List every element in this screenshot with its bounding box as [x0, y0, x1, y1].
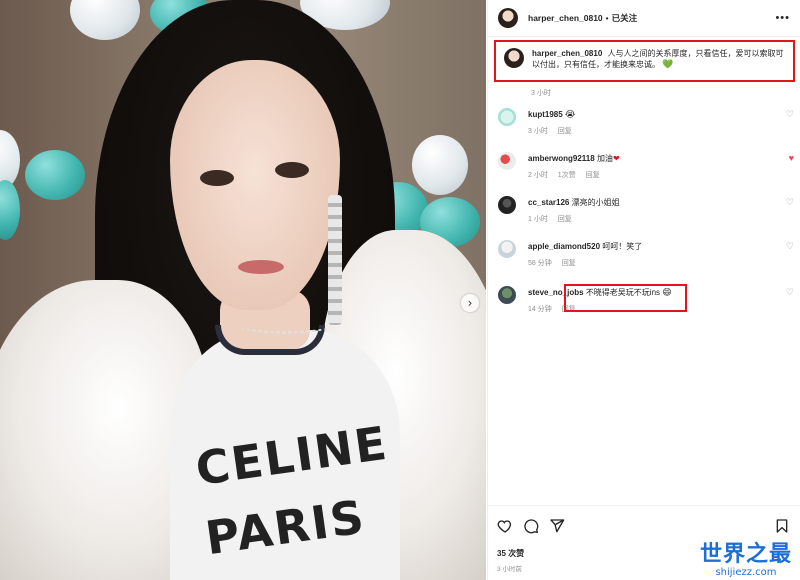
caption-highlighted: harper_chen_0810 人与人之间的关系厚度，只看信任，爱可以索取可以… [494, 40, 795, 82]
action-bar [497, 516, 790, 536]
comment-content: 漂亮的小姐姐 [571, 198, 620, 207]
heart-icon[interactable] [497, 518, 513, 534]
avatar[interactable] [498, 286, 516, 304]
reply-button[interactable]: 回复 [558, 128, 572, 135]
watermark-site: shijiezz.com [715, 567, 777, 578]
comment-text: kupt1985 😭 [528, 109, 575, 120]
avatar[interactable] [498, 240, 516, 258]
green-heart-emoji: 💚 [662, 59, 674, 69]
comment-item: apple_diamond520 呵呵！笑了 58 分钟 回复 ♡ [498, 238, 794, 274]
avatar[interactable] [504, 48, 524, 68]
earring [328, 195, 342, 325]
comment-time: 14 分钟 [528, 306, 552, 313]
balloon [70, 0, 140, 40]
comment-text: cc_star126 漂亮的小姐姐 [528, 197, 620, 208]
comment-meta: 1 小时 回复 [528, 214, 580, 224]
comment-time: 2 小时 [528, 172, 548, 179]
header-username[interactable]: harper_chen_0810 [528, 13, 603, 23]
comment-content: 呵呵！笑了 [602, 242, 643, 251]
comment-username[interactable]: cc_star126 [528, 198, 569, 207]
comment-item: amberwong92118 加油❤ 2 小时 1次赞 回复 ♥ [498, 150, 794, 186]
comment-item: cc_star126 漂亮的小姐姐 1 小时 回复 ♡ [498, 194, 794, 230]
post-header: harper_chen_0810 • 已关注 ••• [488, 0, 800, 37]
comment-time: 1 小时 [528, 216, 548, 223]
reply-button[interactable]: 回复 [558, 216, 572, 223]
balloon [412, 135, 468, 195]
comment-meta: 2 小时 1次赞 回复 [528, 170, 608, 180]
bookmark-icon[interactable] [774, 518, 790, 534]
follow-status-button[interactable]: 已关注 [612, 12, 638, 24]
more-dots-icon[interactable]: ••• [775, 12, 790, 24]
eye [275, 162, 309, 178]
balloon [0, 180, 20, 240]
comment-item: kupt1985 😭 3 小时 回复 ♡ [498, 106, 794, 142]
comment-icon[interactable] [523, 518, 539, 534]
crying-emoji: 😭 [564, 109, 576, 119]
caption-time: 3 小时 [531, 90, 551, 97]
comment-like-count[interactable]: 1次赞 [558, 172, 576, 179]
caption-username[interactable]: harper_chen_0810 [532, 49, 602, 58]
comment-username[interactable]: apple_diamond520 [528, 242, 600, 251]
comment-username[interactable]: amberwong92118 [528, 154, 595, 163]
comments-list: harper_chen_0810 人与人之间的关系厚度，只看信任，爱可以索取可以… [488, 40, 800, 97]
shirt-print: CELINE PARIS [192, 415, 392, 566]
separator-dot: • [605, 13, 609, 23]
avatar[interactable] [498, 152, 516, 170]
red-heart-emoji: ❤ [612, 154, 620, 163]
comment-text: apple_diamond520 呵呵！笑了 [528, 241, 642, 252]
comment-content: 加油 [596, 154, 613, 163]
site-watermark: 世界之最 shijiezz.com [699, 542, 792, 579]
comment-time: 3 小时 [528, 128, 548, 135]
reply-button[interactable]: 回复 [586, 172, 600, 179]
caption-text: harper_chen_0810 人与人之间的关系厚度，只看信任，爱可以索取可以… [532, 48, 787, 70]
avatar[interactable] [498, 8, 518, 28]
balloon [25, 150, 85, 200]
liked-heart-icon[interactable]: ♥ [789, 153, 794, 163]
comment-username[interactable]: kupt1985 [528, 110, 563, 119]
watermark-title: 世界之最 [699, 542, 792, 567]
avatar[interactable] [498, 196, 516, 214]
comment-text: amberwong92118 加油❤ [528, 153, 620, 164]
comment-meta: 3 小时 回复 [528, 126, 580, 136]
necklace [240, 318, 330, 334]
avatar[interactable] [498, 108, 516, 126]
eye [200, 170, 234, 186]
highlight-annotation-box [564, 284, 687, 312]
like-heart-icon[interactable]: ♡ [786, 287, 794, 298]
next-photo-icon[interactable]: › [461, 294, 479, 312]
comment-meta: 58 分钟 回复 [528, 258, 584, 268]
comment-time: 58 分钟 [528, 260, 552, 267]
like-heart-icon[interactable]: ♡ [786, 241, 794, 252]
lips [238, 260, 284, 274]
post-photo[interactable]: CELINE PARIS [0, 0, 486, 580]
like-heart-icon[interactable]: ♡ [786, 109, 794, 120]
reply-button[interactable]: 回复 [562, 260, 576, 267]
like-heart-icon[interactable]: ♡ [786, 197, 794, 208]
share-icon[interactable] [549, 518, 565, 534]
